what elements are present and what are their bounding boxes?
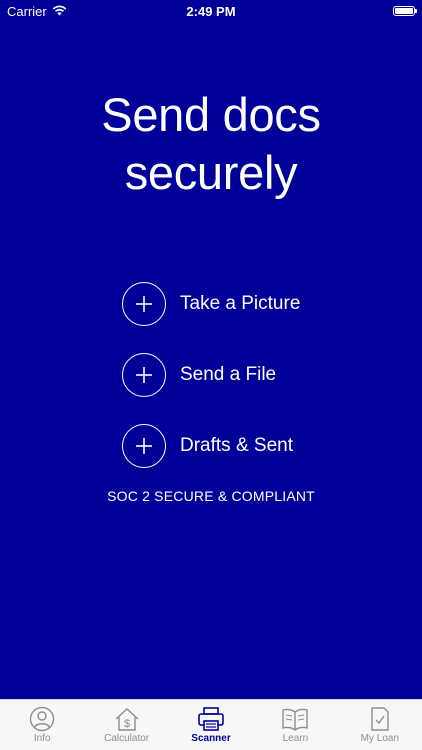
- tab-calculator-label: Calculator: [104, 733, 150, 744]
- take-picture-button[interactable]: Take a Picture: [122, 281, 300, 327]
- person-icon: [28, 706, 56, 732]
- send-file-label: Send a File: [180, 364, 277, 385]
- tab-info[interactable]: Info: [0, 700, 84, 750]
- svg-text:$: $: [124, 718, 130, 730]
- tab-learn[interactable]: Learn: [253, 700, 337, 750]
- status-bar: Carrier 2:49 PM: [0, 0, 422, 22]
- tab-my-loan[interactable]: My Loan: [338, 700, 422, 750]
- take-picture-label: Take a Picture: [180, 293, 301, 314]
- drafts-sent-button[interactable]: Drafts & Sent: [122, 423, 293, 469]
- tab-bar: Info $ Calculator Scanner Learn My Loan: [0, 699, 422, 750]
- send-file-button[interactable]: Send a File: [122, 352, 276, 398]
- book-icon: [281, 706, 309, 732]
- page-title: Send docs securely: [0, 86, 422, 202]
- drafts-sent-label: Drafts & Sent: [180, 435, 293, 456]
- battery-icon: [393, 6, 417, 16]
- tab-scanner-label: Scanner: [191, 733, 231, 744]
- title-line-1: Send docs: [101, 88, 321, 141]
- tab-info-label: Info: [33, 733, 51, 744]
- tab-learn-label: Learn: [282, 733, 309, 744]
- compliance-text: SOC 2 SECURE & COMPLIANT: [107, 488, 315, 504]
- scanner-screen: Carrier 2:49 PM Send docs securely Take …: [0, 0, 422, 750]
- plus-circle-icon: [122, 424, 166, 468]
- document-check-icon: [366, 706, 394, 732]
- tab-my-loan-label: My Loan: [360, 733, 399, 744]
- house-dollar-icon: $: [113, 706, 141, 732]
- title-line-2: securely: [124, 146, 298, 199]
- plus-circle-icon: [122, 353, 166, 397]
- tab-scanner[interactable]: Scanner: [169, 700, 253, 750]
- tab-calculator[interactable]: $ Calculator: [84, 700, 168, 750]
- plus-circle-icon: [122, 282, 166, 326]
- printer-icon: [197, 706, 225, 732]
- status-time: 2:49 PM: [186, 4, 236, 19]
